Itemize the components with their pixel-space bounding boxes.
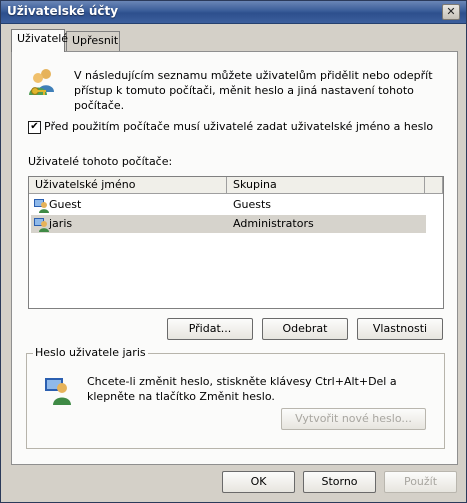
info-text: V následujícím seznamu můžete uživatelům…	[74, 69, 433, 112]
require-login-row[interactable]: ✔ Před použitím počítače musí uživatelé …	[28, 120, 438, 136]
tab-advanced[interactable]: Upřesnit	[66, 31, 120, 51]
column-username[interactable]: Uživatelské jméno	[29, 177, 227, 194]
users-list-label: Uživatelé tohoto počítače:	[28, 155, 173, 168]
window-title: Uživatelské účty	[7, 4, 119, 18]
user-group: Guests	[233, 198, 272, 211]
users-key-icon	[29, 69, 54, 95]
user-properties-button[interactable]: Vlastnosti	[357, 318, 443, 340]
remove-user-button[interactable]: Odebrat	[262, 318, 348, 340]
cancel-button[interactable]: Storno	[303, 471, 376, 493]
apply-button[interactable]: Použít	[384, 471, 457, 493]
user-icon	[34, 199, 49, 213]
column-group[interactable]: Skupina	[227, 177, 425, 194]
table-row[interactable]: Guest Guests	[31, 196, 426, 214]
ok-button[interactable]: OK	[222, 471, 295, 493]
users-list-header: Uživatelské jméno Skupina	[29, 177, 443, 195]
require-login-label[interactable]: Před použitím počítače musí uživatelé za…	[44, 120, 433, 133]
user-name: Guest	[49, 198, 82, 211]
user-group: Administrators	[233, 217, 314, 230]
table-row[interactable]: jaris Administrators	[31, 215, 426, 233]
password-groupbox: Heslo uživatele jaris Chcete-li změnit h…	[26, 346, 445, 449]
users-tab-panel: V následujícím seznamu můžete uživatelům…	[11, 51, 458, 465]
users-list[interactable]: Uživatelské jméno Skupina Guest Guests j…	[28, 176, 444, 309]
password-group-title: Heslo uživatele jaris	[33, 346, 148, 359]
tab-users[interactable]: Uživatelé	[11, 29, 68, 52]
password-group-text: Chcete-li změnit heslo, stiskněte kláves…	[87, 375, 397, 403]
user-name: jaris	[49, 217, 73, 230]
title-bar[interactable]: Uživatelské účty ✕	[1, 1, 466, 24]
require-login-checkbox[interactable]: ✔	[28, 121, 41, 134]
user-icon	[34, 218, 49, 232]
column-filler	[425, 177, 443, 194]
create-password-button[interactable]: Vytvořit nové heslo...	[281, 408, 426, 430]
user-accounts-window: Uživatelské účty ✕ Uživatelé Upřesnit V …	[0, 0, 467, 503]
add-user-button[interactable]: Přidat...	[167, 318, 253, 340]
close-button[interactable]: ✕	[442, 4, 460, 20]
user-password-icon	[45, 378, 71, 405]
